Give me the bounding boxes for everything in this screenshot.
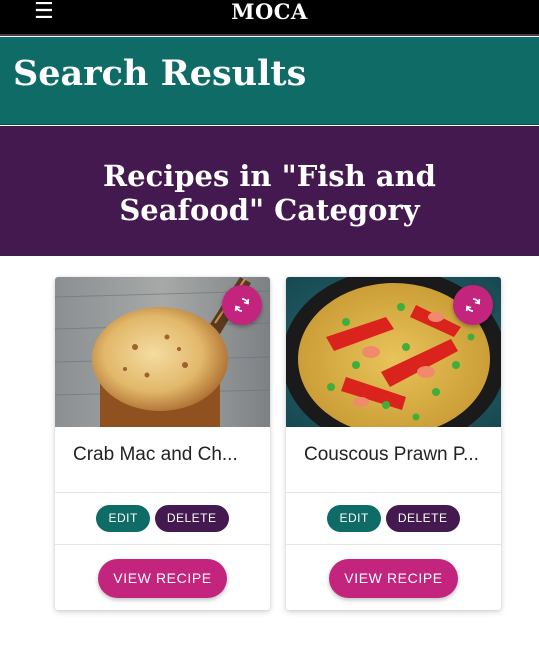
card-divider [55,492,270,493]
recipe-image[interactable] [55,277,270,427]
card-actions: EDIT DELETE [286,505,501,532]
card-divider [286,492,501,493]
edit-button[interactable]: EDIT [327,505,381,532]
swap-arrows-icon [465,298,481,312]
recipe-title: Couscous Prawn P... [304,444,479,465]
page-title: Search Results [13,53,307,94]
swap-arrows-icon [234,298,250,312]
recipe-card: Crab Mac and Ch... EDIT DELETE VIEW RECI… [55,277,270,610]
card-divider [55,544,270,545]
recipe-image[interactable] [286,277,501,427]
search-results-banner: Search Results [0,37,539,125]
recipe-card: Couscous Prawn P... EDIT DELETE VIEW REC… [286,277,501,610]
edit-button[interactable]: EDIT [96,505,150,532]
category-heading: Recipes in "Fish and Seafood" Category [103,159,436,227]
delete-button[interactable]: DELETE [385,505,460,532]
card-divider [286,544,501,545]
view-recipe-button[interactable]: VIEW RECIPE [98,559,227,598]
brand-logo[interactable]: MOCA [0,0,539,26]
swap-recipe-button[interactable] [222,285,262,325]
recipe-title: Crab Mac and Ch... [73,444,238,465]
swap-recipe-button[interactable] [453,285,493,325]
category-banner: Recipes in "Fish and Seafood" Category [0,126,539,256]
delete-button[interactable]: DELETE [154,505,229,532]
top-navbar: ☰ MOCA [0,0,539,36]
view-recipe-button[interactable]: VIEW RECIPE [329,559,458,598]
card-actions: EDIT DELETE [55,505,270,532]
